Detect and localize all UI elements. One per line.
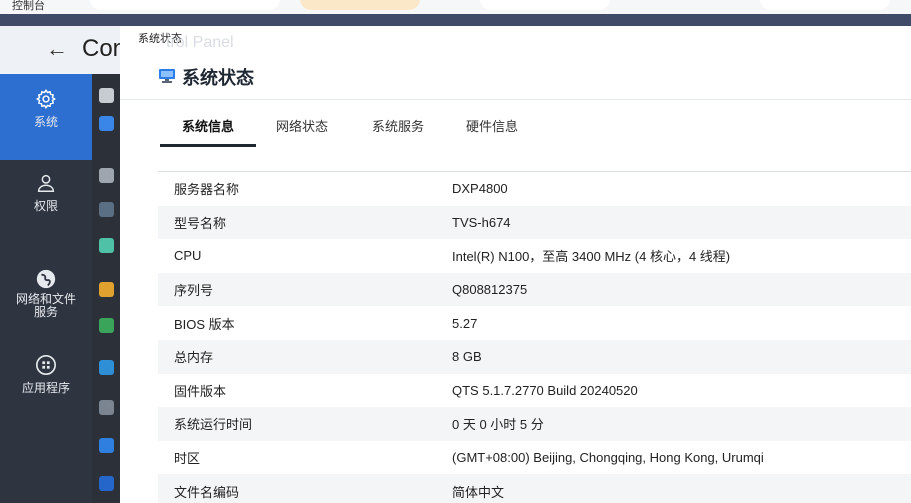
row-label: 文件名编码 bbox=[174, 484, 240, 500]
sub-icon-strip bbox=[92, 74, 120, 503]
update-icon[interactable] bbox=[99, 360, 114, 375]
back-arrow-icon[interactable]: ← bbox=[46, 34, 68, 64]
power-icon[interactable] bbox=[99, 238, 114, 253]
title-band bbox=[0, 14, 911, 26]
row-label: 序列号 bbox=[174, 283, 214, 299]
nav-item-applications[interactable]: 应用程序 bbox=[0, 354, 92, 414]
row-value: 8 GB bbox=[452, 349, 482, 365]
row-value: 5.27 bbox=[452, 315, 478, 331]
tab-hardware-info[interactable]: 硬件信息 bbox=[466, 116, 518, 135]
taskbar-item[interactable] bbox=[760, 0, 890, 10]
header-divider bbox=[120, 99, 911, 100]
doc-icon[interactable] bbox=[99, 88, 114, 103]
table-row: 服务器名称 DXP4800 bbox=[158, 172, 911, 206]
reset-icon[interactable] bbox=[99, 400, 114, 415]
row-value: DXP4800 bbox=[452, 181, 508, 197]
table-row: 型号名称 TVS-h674 bbox=[158, 205, 911, 240]
tab-network-status[interactable]: 网络状态 bbox=[276, 116, 328, 135]
backup-icon[interactable] bbox=[99, 318, 114, 333]
row-value: QTS 5.1.7.2770 Build 20240520 bbox=[452, 382, 638, 398]
row-label: 型号名称 bbox=[174, 215, 227, 231]
taskbar-item[interactable] bbox=[300, 0, 420, 10]
taskbar-item[interactable] bbox=[90, 0, 280, 10]
table-row: 系统运行时间 0 天 0 小时 5 分 bbox=[158, 407, 911, 441]
nav-label-applications: 应用程序 bbox=[21, 381, 70, 395]
hardware-icon[interactable] bbox=[99, 202, 114, 217]
taskbar-label: 控制台 bbox=[12, 0, 45, 12]
table-row: 固件版本 QTS 5.1.7.2770 Build 20240520 bbox=[158, 374, 911, 408]
row-value: TVS-h674 bbox=[452, 214, 511, 230]
row-value: Intel(R) N100，至高 3400 MHz (4 核心，4 线程) bbox=[452, 249, 731, 265]
control-panel-header: ← Con bbox=[0, 26, 120, 74]
control-panel-title: Con bbox=[82, 35, 120, 62]
table-row: BIOS 版本 5.27 bbox=[158, 306, 911, 340]
row-label: 系统运行时间 bbox=[174, 417, 253, 433]
nav-label-system: 系统 bbox=[33, 115, 58, 129]
table-row: 序列号 Q808812375 bbox=[158, 272, 911, 307]
notification-icon[interactable] bbox=[99, 282, 114, 297]
row-label: CPU bbox=[174, 248, 202, 264]
gear-icon bbox=[35, 88, 56, 110]
row-value: 简体中文 bbox=[452, 484, 505, 500]
left-nav: 系统 权限 网络和文件 服务 应用程序 bbox=[0, 74, 92, 503]
monitor-icon bbox=[159, 69, 175, 83]
system-status-window: 系统状态 trol Panel 系统状态 系统信息 网络状态 系统服务 硬件信息… bbox=[120, 26, 911, 503]
row-label: 固件版本 bbox=[174, 383, 227, 399]
user-icon bbox=[37, 174, 55, 192]
faint-subtitle: trol Panel bbox=[166, 34, 234, 51]
nav-label-permissions: 权限 bbox=[33, 199, 58, 213]
lock-icon[interactable] bbox=[99, 168, 114, 183]
table-row: 文件名编码 简体中文 bbox=[158, 474, 911, 503]
nav-item-network-file-services[interactable]: 网络和文件 服务 bbox=[0, 268, 92, 338]
nav-item-permissions[interactable]: 权限 bbox=[0, 172, 92, 232]
monitor-icon[interactable] bbox=[99, 438, 114, 453]
table-row: 总内存 8 GB bbox=[158, 339, 911, 374]
taskbar: 控制台 bbox=[0, 0, 911, 14]
storage-icon[interactable] bbox=[99, 116, 114, 131]
row-label: 服务器名称 bbox=[174, 182, 240, 198]
row-label: 时区 bbox=[174, 451, 201, 467]
row-label: BIOS 版本 bbox=[174, 316, 235, 332]
nav-item-system[interactable]: 系统 bbox=[0, 74, 92, 160]
table-row: 时区 (GMT+08:00) Beijing, Chongqing, Hong … bbox=[158, 441, 911, 475]
row-value: 0 天 0 小时 5 分 bbox=[452, 417, 544, 433]
system-info-table: 服务器名称 DXP4800 型号名称 TVS-h674 CPU Intel(R)… bbox=[158, 171, 911, 503]
tab-system-info[interactable]: 系统信息 bbox=[182, 116, 234, 135]
taskbar-item[interactable] bbox=[480, 0, 610, 10]
active-tab-indicator bbox=[160, 144, 256, 147]
nav-label-network-line2: 服务 bbox=[33, 305, 58, 319]
tab-system-services[interactable]: 系统服务 bbox=[372, 116, 424, 135]
apps-grid-icon bbox=[36, 355, 56, 375]
row-label: 总内存 bbox=[174, 350, 214, 366]
row-value: (GMT+08:00) Beijing, Chongqing, Hong Kon… bbox=[452, 450, 764, 466]
log-icon[interactable] bbox=[99, 476, 114, 491]
table-row: CPU Intel(R) N100，至高 3400 MHz (4 核心，4 线程… bbox=[158, 239, 911, 273]
globe-icon bbox=[36, 269, 56, 289]
page-title: 系统状态 bbox=[182, 68, 254, 88]
row-value: Q808812375 bbox=[452, 282, 528, 298]
